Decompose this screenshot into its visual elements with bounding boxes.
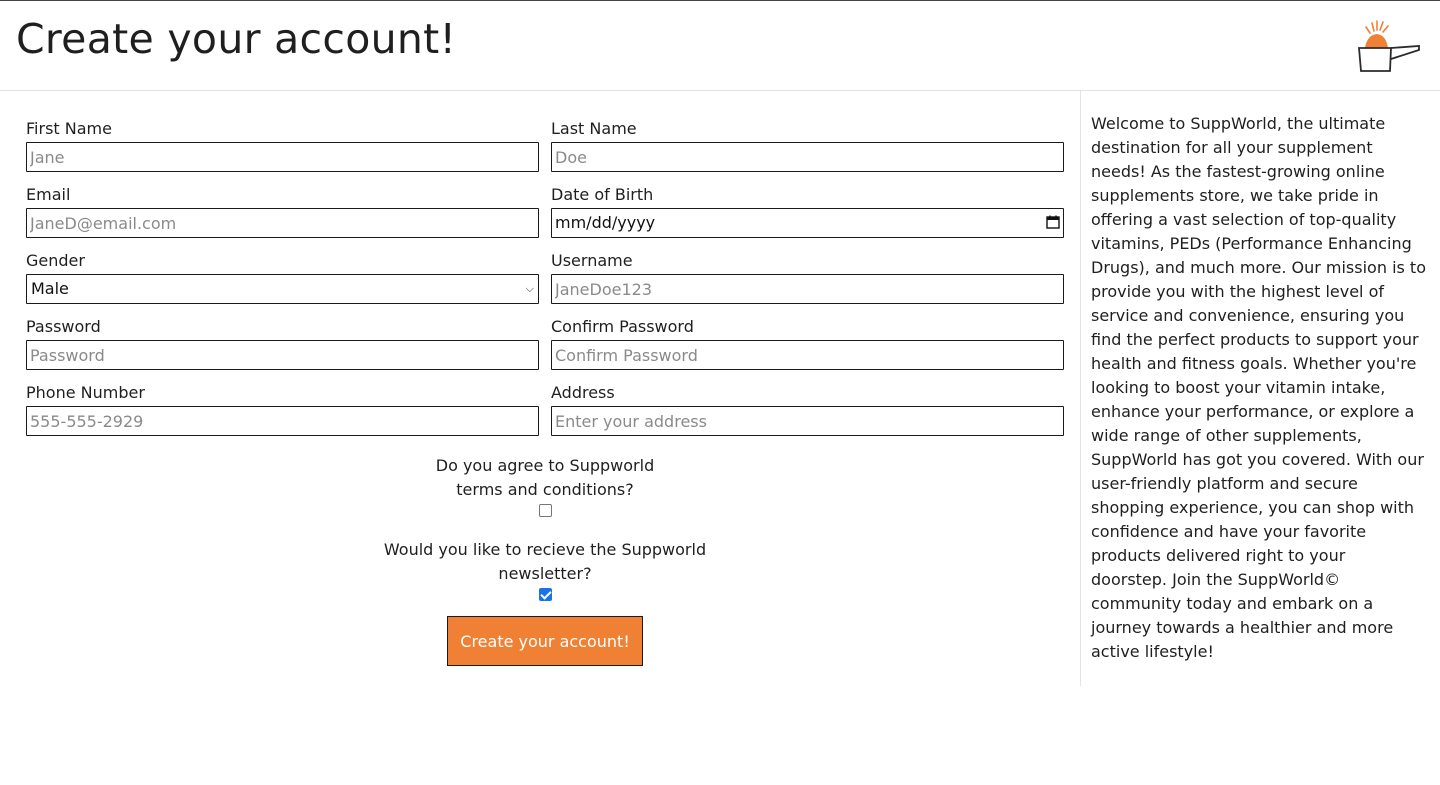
first-name-label: First Name — [26, 119, 112, 138]
gender-label: Gender — [26, 251, 85, 270]
phone-field: Phone Number — [26, 382, 539, 436]
last-name-field: Last Name — [551, 118, 1064, 172]
supplement-scoop-icon — [1358, 20, 1420, 72]
chevron-down-icon: ⌵ — [525, 282, 534, 295]
username-label: Username — [551, 251, 633, 270]
address-label: Address — [551, 383, 615, 402]
first-name-input[interactable] — [26, 142, 539, 172]
dob-value: mm/dd/yyyy — [555, 213, 656, 232]
column-divider — [1080, 91, 1081, 686]
welcome-text: Welcome to SuppWorld, the ultimate desti… — [1091, 114, 1426, 661]
terms-question-line1: Do you agree to Suppworld — [435, 456, 655, 475]
gender-field: Gender Male ⌵ — [26, 250, 539, 304]
calendar-icon[interactable] — [1046, 215, 1060, 229]
page-title: Create your account! — [16, 15, 457, 63]
terms-consent: Do you agree to Suppworld terms and cond… — [26, 454, 1064, 517]
terms-checkbox[interactable] — [538, 504, 552, 517]
email-field: Email — [26, 184, 539, 238]
username-field: Username — [551, 250, 1064, 304]
last-name-label: Last Name — [551, 119, 637, 138]
password-label: Password — [26, 317, 101, 336]
dob-input[interactable]: mm/dd/yyyy — [551, 208, 1064, 238]
newsletter-consent: Would you like to recieve the Suppworld … — [26, 538, 1064, 601]
newsletter-question-line1: Would you like to recieve the Suppworld — [383, 540, 707, 559]
confirm-password-input[interactable] — [551, 340, 1064, 370]
address-input[interactable] — [551, 406, 1064, 436]
address-field: Address — [551, 382, 1064, 436]
confirm-password-field: Confirm Password — [551, 316, 1064, 370]
terms-question-line2: terms and conditions? — [456, 480, 634, 499]
newsletter-checkbox[interactable] — [538, 588, 552, 601]
dob-label: Date of Birth — [551, 185, 654, 204]
last-name-input[interactable] — [551, 142, 1064, 172]
page-header: Create your account! — [0, 1, 1440, 91]
gender-select[interactable]: Male ⌵ — [26, 274, 539, 304]
main-content: First Name Last Name Email Date of Birth… — [0, 91, 1440, 691]
phone-input[interactable] — [26, 406, 539, 436]
username-input[interactable] — [551, 274, 1064, 304]
password-field: Password — [26, 316, 539, 370]
newsletter-question-line2: newsletter? — [498, 564, 592, 583]
phone-label: Phone Number — [26, 383, 145, 402]
create-account-button[interactable]: Create your account! — [447, 616, 643, 666]
gender-value: Male — [31, 279, 69, 298]
email-label: Email — [26, 185, 71, 204]
confirm-password-label: Confirm Password — [551, 317, 694, 336]
dob-field: Date of Birth mm/dd/yyyy — [551, 184, 1064, 238]
password-input[interactable] — [26, 340, 539, 370]
email-input[interactable] — [26, 208, 539, 238]
first-name-field: First Name — [26, 118, 539, 172]
